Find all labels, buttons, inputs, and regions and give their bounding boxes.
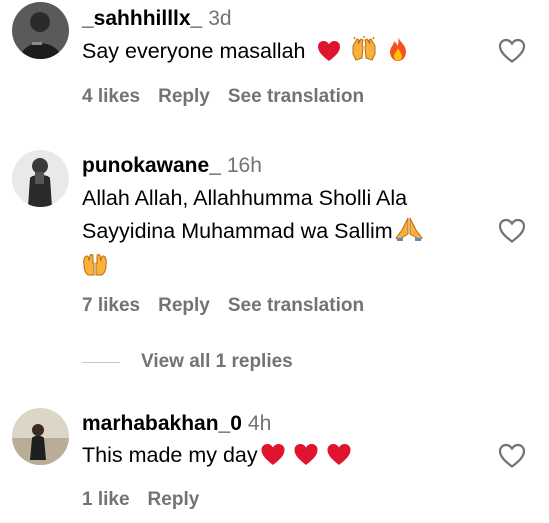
comment-username[interactable]: punokawane_ <box>82 154 221 177</box>
comment-text-line: Sayyidina Muhammad wa Sallim <box>82 219 393 243</box>
comment-text-row: Say everyone masallah <box>82 36 489 71</box>
raising-hands-emoji <box>350 36 378 71</box>
replies-divider <box>82 362 120 363</box>
view-replies-button[interactable]: View all 1 replies <box>141 351 293 373</box>
fire-emoji <box>387 36 409 71</box>
open-hands-emoji <box>82 253 108 286</box>
like-heart-icon[interactable] <box>498 218 526 244</box>
like-heart-icon[interactable] <box>498 38 526 64</box>
likes-count[interactable]: 7 likes <box>82 295 140 316</box>
red-heart-emoji <box>293 443 319 475</box>
see-translation-link[interactable]: See translation <box>228 86 364 107</box>
comment-timestamp: 4h <box>247 412 272 435</box>
reply-button[interactable]: Reply <box>148 489 200 510</box>
comment-text-row: This made my day <box>82 440 489 475</box>
comment-text-line: Allah Allah, Allahhumma Sholli Ala <box>82 186 408 210</box>
avatar[interactable] <box>12 150 69 207</box>
comment-text-row: Sayyidina Muhammad wa Sallim <box>82 216 509 251</box>
reply-button[interactable]: Reply <box>158 295 210 316</box>
comment-text: Say everyone masallah <box>82 39 306 63</box>
likes-count[interactable]: 4 likes <box>82 86 140 107</box>
comment-username[interactable]: _sahhhilllx_ <box>82 7 202 30</box>
red-heart-emoji <box>260 443 286 475</box>
comment-timestamp: 16h <box>226 154 262 177</box>
avatar[interactable] <box>12 408 69 465</box>
red-heart-emoji <box>326 443 352 475</box>
comment-username[interactable]: marhabakhan_0 <box>82 412 242 435</box>
likes-count[interactable]: 1 like <box>82 489 130 510</box>
see-translation-link[interactable]: See translation <box>228 295 364 316</box>
folded-hands-emoji <box>394 216 424 251</box>
comment-timestamp: 3d <box>208 7 232 30</box>
avatar[interactable] <box>12 2 69 59</box>
comment-text: This made my day <box>82 443 258 467</box>
red-heart-emoji <box>317 40 341 71</box>
like-heart-icon[interactable] <box>498 443 526 469</box>
comment-text-row <box>82 251 509 286</box>
reply-button[interactable]: Reply <box>158 86 210 107</box>
